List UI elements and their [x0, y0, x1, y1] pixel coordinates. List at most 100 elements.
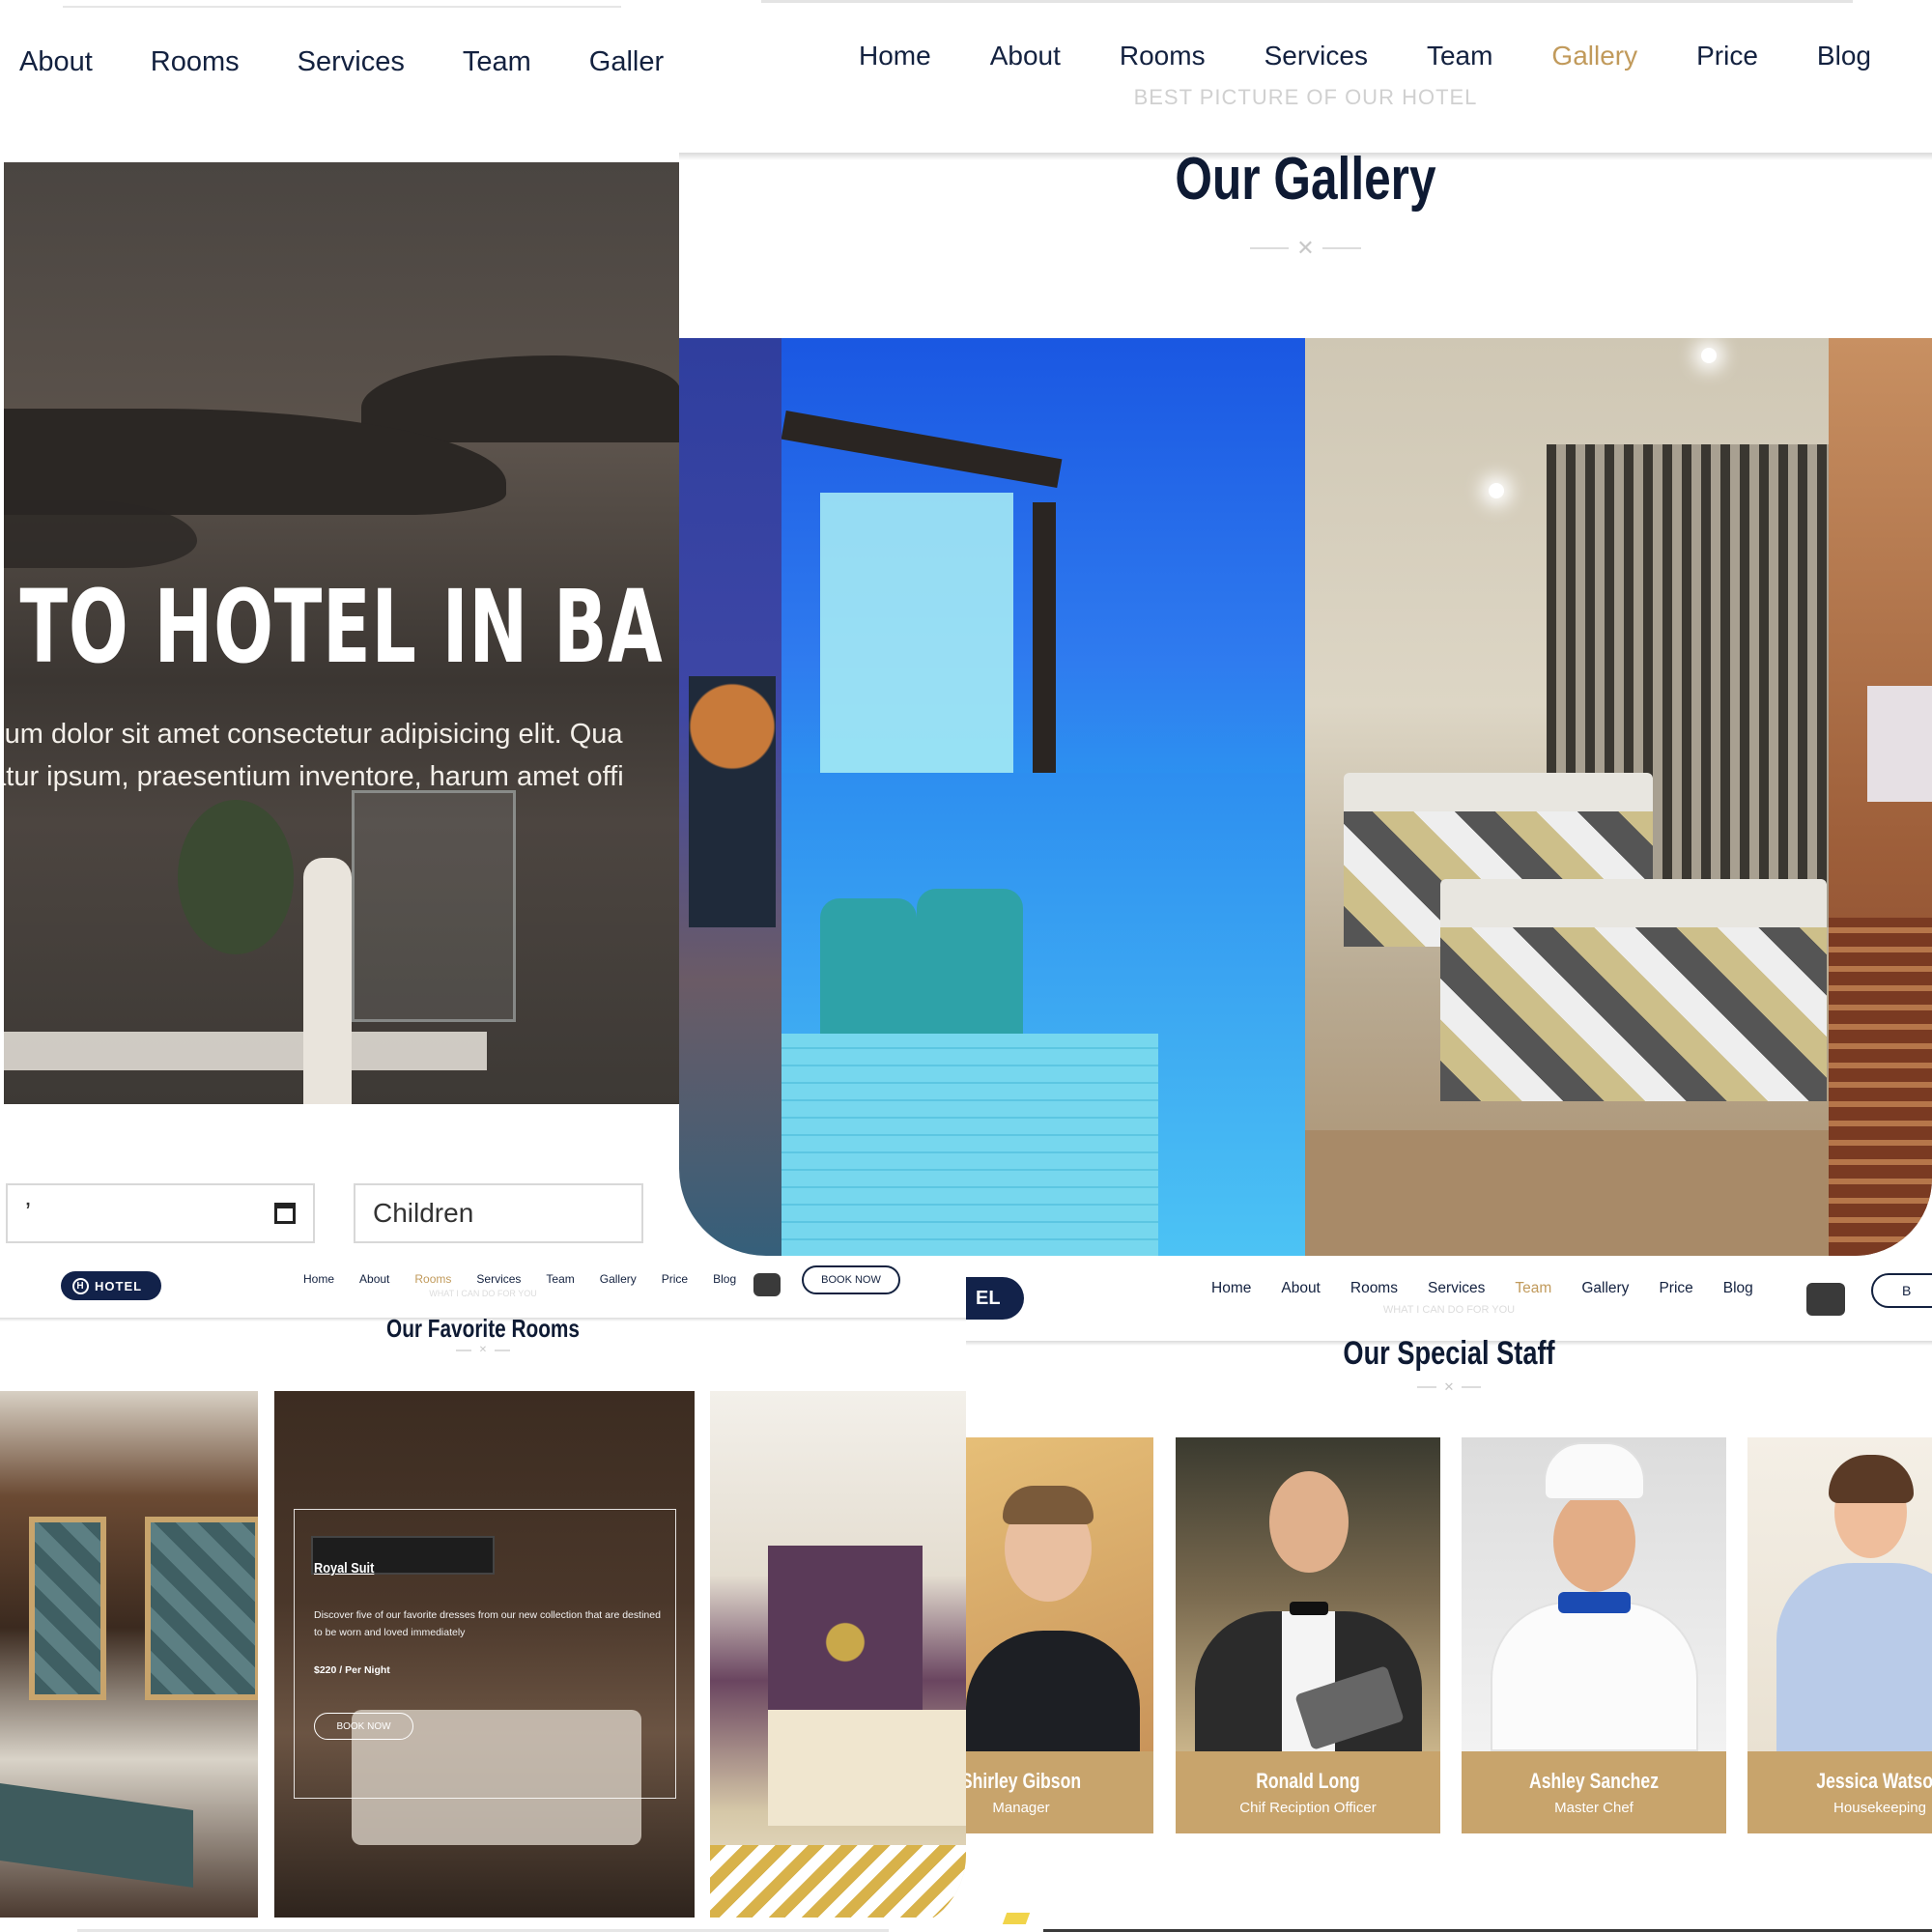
- staff-card[interactable]: Ronald Long Chif Reciption Officer: [1176, 1437, 1440, 1833]
- staff-role: Chif Reciption Officer: [1239, 1800, 1377, 1816]
- children-placeholder: Children: [373, 1198, 474, 1228]
- accent-mark: [1002, 1913, 1031, 1924]
- chevron-rug: [710, 1845, 966, 1918]
- nav-services[interactable]: Services: [1264, 41, 1368, 71]
- bow-tie-icon: [1290, 1602, 1328, 1615]
- room-description: Discover five of our favorite dresses fr…: [314, 1609, 661, 1638]
- gallery-image-conference-hall[interactable]: [1829, 338, 1932, 1256]
- top-divider: [761, 0, 1853, 3]
- staff-name: Jessica Watson: [1816, 1769, 1932, 1793]
- rooms-carousel[interactable]: Royal Suit Discover five of our favorite…: [0, 1391, 966, 1932]
- staff-role: Housekeeping: [1833, 1800, 1926, 1816]
- cross-icon: ✕: [1296, 236, 1315, 260]
- calendar-icon[interactable]: [274, 1203, 296, 1224]
- hero-panel: About Rooms Services Team Galler E TO HO…: [0, 0, 681, 1256]
- nav-gallery[interactable]: Gallery: [600, 1272, 637, 1286]
- room-image-classic[interactable]: [710, 1391, 966, 1918]
- nav-team[interactable]: Team: [1427, 41, 1492, 71]
- section-subtitle: WHAT I CAN DO FOR YOU: [1382, 1304, 1516, 1316]
- staff-card[interactable]: Ashley Sanchez Master Chef: [1462, 1437, 1726, 1833]
- nav-home[interactable]: Home: [303, 1272, 334, 1286]
- hair: [1829, 1455, 1914, 1503]
- headboard: [29, 1517, 106, 1700]
- section-title: Our Gallery: [1175, 146, 1436, 213]
- room-image-deluxe[interactable]: [0, 1391, 258, 1918]
- nav-team[interactable]: Team: [463, 46, 531, 78]
- staff-photo: [1176, 1437, 1440, 1751]
- staff-photo: [966, 1437, 1153, 1751]
- nav-gallery[interactable]: Gallery: [1551, 41, 1637, 71]
- nav-services[interactable]: Services: [1428, 1280, 1485, 1297]
- face: [1553, 1491, 1635, 1592]
- nav-services[interactable]: Services: [476, 1272, 521, 1286]
- nav-rooms[interactable]: Rooms: [1120, 41, 1206, 71]
- bed-teal-throw: [0, 1782, 193, 1889]
- balcony-ledge: [4, 1032, 487, 1070]
- nav-home[interactable]: Home: [859, 41, 931, 71]
- nav-blog[interactable]: Blog: [1817, 41, 1871, 71]
- hero-heading: E TO HOTEL IN BA: [4, 568, 664, 686]
- nav-rooms[interactable]: Rooms: [151, 46, 240, 78]
- gallery-image-twin-bedroom[interactable]: [1305, 338, 1829, 1256]
- cross-icon: ✕: [478, 1345, 488, 1355]
- nav-team[interactable]: Team: [546, 1272, 574, 1286]
- nav-price[interactable]: Price: [1659, 1280, 1692, 1297]
- nav-price[interactable]: Price: [1696, 41, 1758, 71]
- staff-name: Shirley Gibson: [966, 1769, 1082, 1793]
- nav-services[interactable]: Services: [298, 46, 405, 78]
- main-nav: About Rooms Services Team Galler: [19, 46, 664, 78]
- title-divider: ✕: [679, 236, 1932, 261]
- nav-home[interactable]: Home: [1211, 1280, 1251, 1297]
- gallery-image-pool-cabana[interactable]: [781, 338, 1305, 1256]
- ceiling-light: [1701, 348, 1717, 363]
- section-title: Our Favorite Rooms: [386, 1314, 580, 1343]
- face: [1269, 1471, 1349, 1573]
- nav-about[interactable]: About: [359, 1272, 389, 1286]
- room-name[interactable]: Royal Suit: [314, 1560, 374, 1577]
- room-price: $220 / Per Night: [314, 1664, 390, 1676]
- bed: [768, 1710, 966, 1826]
- hair: [1003, 1486, 1094, 1524]
- nav-about[interactable]: About: [19, 46, 93, 78]
- section-subtitle: BEST PICTURE OF OUR HOTEL: [1133, 85, 1478, 109]
- checkout-date-field[interactable]: ʼ: [6, 1183, 315, 1243]
- room-book-now-button[interactable]: BOOK NOW: [314, 1713, 413, 1740]
- book-now-button[interactable]: B: [1871, 1273, 1932, 1308]
- staff-card[interactable]: Shirley Gibson Manager: [966, 1437, 1153, 1833]
- nav-team[interactable]: Team: [1515, 1280, 1551, 1297]
- nav-rooms[interactable]: Rooms: [414, 1272, 451, 1286]
- gallery-carousel[interactable]: [679, 338, 1932, 1256]
- section-title: Our Special Staff: [1343, 1335, 1555, 1372]
- staff-name: Ronald Long: [1256, 1769, 1360, 1793]
- room-image-royal-suit[interactable]: Royal Suit Discover five of our favorite…: [274, 1391, 695, 1918]
- nav-about[interactable]: About: [1281, 1280, 1321, 1297]
- plant: [178, 800, 294, 954]
- title-divider: ✕: [966, 1379, 1932, 1395]
- chair-rows: [1829, 918, 1932, 1256]
- nav-blog[interactable]: Blog: [713, 1272, 736, 1286]
- headboard: [145, 1517, 258, 1700]
- cross-icon: ✕: [1443, 1379, 1455, 1394]
- staff-photo: [1462, 1437, 1726, 1751]
- collar: [1558, 1592, 1631, 1613]
- staff-card[interactable]: Jessica Watson Housekeeping: [1747, 1437, 1932, 1833]
- gallery-image-resort-night[interactable]: [679, 338, 781, 1256]
- staff-label: Ronald Long Chif Reciption Officer: [1176, 1751, 1440, 1833]
- island-silhouette: [361, 355, 680, 442]
- nav-rooms[interactable]: Rooms: [1350, 1280, 1398, 1297]
- palm-silhouette: [689, 676, 776, 927]
- nav-blog[interactable]: Blog: [1723, 1280, 1753, 1297]
- hero-banner: E TO HOTEL IN BA psum dolor sit amet con…: [4, 162, 681, 1104]
- pool-ledge: [781, 1034, 1158, 1256]
- wood-floor: [1305, 1130, 1829, 1256]
- pergola: [781, 411, 1063, 488]
- children-field[interactable]: Children: [354, 1183, 643, 1243]
- nav-gallery[interactable]: Galler: [589, 46, 664, 78]
- staff-name: Ashley Sanchez: [1528, 1769, 1659, 1793]
- gallery-panel: Home About Rooms Services Team Gallery P…: [679, 0, 1932, 1256]
- nav-price[interactable]: Price: [662, 1272, 688, 1286]
- housekeeping-uniform: [1776, 1563, 1932, 1751]
- main-nav: Home About Rooms Services Team Gallery P…: [303, 1272, 736, 1286]
- nav-gallery[interactable]: Gallery: [1581, 1280, 1629, 1297]
- nav-about[interactable]: About: [990, 41, 1061, 71]
